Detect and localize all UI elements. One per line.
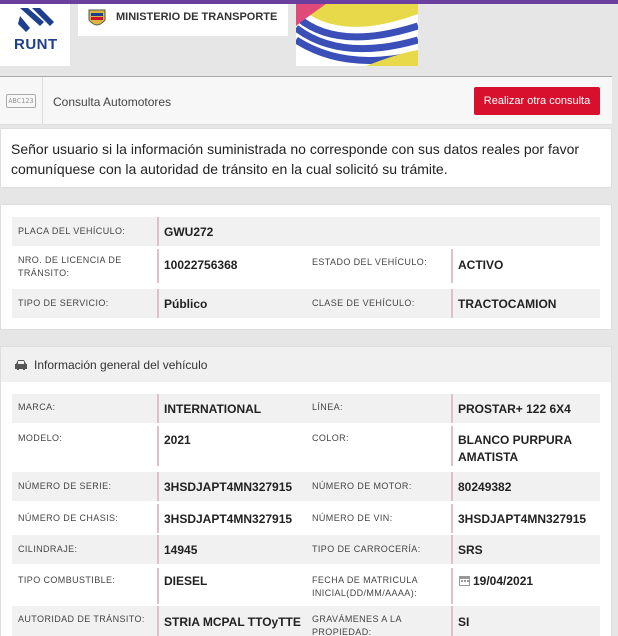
licencia-value: 10022756368 xyxy=(164,258,238,272)
runt-logo-mark xyxy=(18,8,54,32)
general-info-header[interactable]: Información general del vehículo xyxy=(0,346,612,382)
ministerio-logo: MINISTERIO DE TRANSPORTE xyxy=(78,4,288,36)
servicio-value: Público xyxy=(164,297,208,311)
autoridad-value: STRIA MCPAL TTOyTTE xyxy=(164,615,301,629)
matricula-label: FECHA DE MATRICULA INICIAL(DD/MM/AAAA): xyxy=(312,575,418,598)
field-separator xyxy=(451,249,453,283)
header-banner: RUNT MINISTERIO DE TRANSPORTE xyxy=(0,4,612,66)
general-row-serie: NÚMERO DE SERIE: 3HSDJAPT4MN327915 NÚMER… xyxy=(12,472,600,501)
marca-label: MARCA: xyxy=(18,402,56,412)
autoridad-label: AUTORIDAD DE TRÁNSITO: xyxy=(18,614,145,624)
gravamenes-value: SI xyxy=(458,615,470,629)
cilindraje-value: 14945 xyxy=(164,543,198,557)
field-separator xyxy=(451,472,453,501)
combustible-label: TIPO COMBUSTIBLE: xyxy=(18,575,116,585)
runt-logo[interactable]: RUNT xyxy=(0,4,70,66)
placa-label: PLACA DEL VEHÍCULO: xyxy=(18,226,126,236)
vehicle-summary-card: PLACA DEL VEHÍCULO: GWU272 NRO. DE LICEN… xyxy=(0,204,612,330)
vin-value: 3HSDJAPT4MN327915 xyxy=(458,512,587,526)
general-row-cilindraje: CILINDRAJE: 14945 TIPO DE CARROCERÍA: SR… xyxy=(12,535,600,564)
general-row-marca: MARCA: INTERNATIONAL LÍNEA: PROSTAR+ 122… xyxy=(12,394,600,423)
field-separator xyxy=(157,426,159,466)
ministerio-text: MINISTERIO DE TRANSPORTE xyxy=(116,11,278,23)
coat-of-arms-icon xyxy=(88,9,106,26)
vin-label: NÚMERO DE VIN: xyxy=(312,513,393,523)
calendar-icon xyxy=(459,576,470,586)
summary-row-licencia: NRO. DE LICENCIA DE TRÁNSITO: 1002275636… xyxy=(12,249,600,283)
general-row-modelo: MODELO: 2021 COLOR: BLANCO PURPURA AMATI… xyxy=(12,426,600,466)
color-label: COLOR: xyxy=(312,433,349,443)
toolbar-separator xyxy=(42,77,43,125)
consulta-toolbar: ABC123 Consulta Automotores Realizar otr… xyxy=(0,77,612,125)
matricula-value: 19/04/2021 xyxy=(473,574,534,588)
motor-label: NÚMERO DE MOTOR: xyxy=(312,481,412,491)
field-separator xyxy=(451,504,453,533)
field-separator xyxy=(157,217,159,246)
marca-value: INTERNATIONAL xyxy=(164,402,262,416)
estado-label: ESTADO DEL VEHÍCULO: xyxy=(312,257,428,267)
serie-label: NÚMERO DE SERIE: xyxy=(18,481,112,491)
field-separator xyxy=(451,606,453,636)
field-separator xyxy=(451,535,453,564)
notice-text: Señor usuario si la información suminist… xyxy=(11,141,580,177)
field-separator xyxy=(451,568,453,604)
clase-label: CLASE DE VEHÍCULO: xyxy=(312,298,415,308)
field-separator xyxy=(157,249,159,283)
field-separator xyxy=(157,568,159,604)
linea-value: PROSTAR+ 122 6X4 xyxy=(458,402,571,416)
servicio-label: TIPO DE SERVICIO: xyxy=(18,298,109,308)
summary-row-placa: PLACA DEL VEHÍCULO: GWU272 xyxy=(12,217,600,246)
gravamenes-label: GRAVÁMENES A LA PROPIEDAD: xyxy=(312,614,402,636)
general-row-chasis: NÚMERO DE CHASIS: 3HSDJAPT4MN327915 NÚME… xyxy=(12,504,600,533)
chasis-label: NÚMERO DE CHASIS: xyxy=(18,513,119,523)
clase-value: TRACTOCAMION xyxy=(458,297,557,311)
field-separator xyxy=(451,426,453,466)
general-info-card: MARCA: INTERNATIONAL LÍNEA: PROSTAR+ 122… xyxy=(0,382,612,636)
modelo-value: 2021 xyxy=(164,433,191,447)
runt-logo-text: RUNT xyxy=(14,36,58,53)
color-value: BLANCO PURPURA AMATISTA xyxy=(458,433,572,464)
chasis-value: 3HSDJAPT4MN327915 xyxy=(164,512,293,526)
carroceria-label: TIPO DE CARROCERÍA: xyxy=(312,544,421,554)
motor-value: 80249382 xyxy=(458,480,512,494)
carroceria-value: SRS xyxy=(458,543,483,557)
field-separator xyxy=(157,394,159,423)
consulta-title: Consulta Automotores xyxy=(53,95,172,109)
modelo-label: MODELO: xyxy=(18,433,63,443)
combustible-value: DIESEL xyxy=(164,574,208,588)
linea-label: LÍNEA: xyxy=(312,402,343,412)
general-row-combustible: TIPO COMBUSTIBLE: DIESEL FECHA DE MATRIC… xyxy=(12,568,600,604)
car-icon xyxy=(15,360,27,370)
field-separator xyxy=(157,504,159,533)
field-separator xyxy=(157,289,159,318)
field-separator xyxy=(451,289,453,318)
field-separator xyxy=(157,606,159,636)
summary-row-servicio: TIPO DE SERVICIO: Público CLASE DE VEHÍC… xyxy=(12,289,600,318)
new-query-button[interactable]: Realizar otra consulta xyxy=(474,87,600,115)
license-plate-icon: ABC123 xyxy=(6,94,36,108)
field-separator xyxy=(157,472,159,501)
decorative-flag-art xyxy=(296,4,418,66)
user-notice: Señor usuario si la información suminist… xyxy=(0,128,612,188)
licencia-label: NRO. DE LICENCIA DE TRÁNSITO: xyxy=(18,255,122,278)
field-separator xyxy=(451,394,453,423)
placa-value: GWU272 xyxy=(164,225,214,239)
cilindraje-label: CILINDRAJE: xyxy=(18,544,78,554)
general-info-title: Información general del vehículo xyxy=(34,358,208,372)
field-separator xyxy=(157,535,159,564)
general-row-autoridad: AUTORIDAD DE TRÁNSITO: STRIA MCPAL TTOyT… xyxy=(12,606,600,636)
estado-value: ACTIVO xyxy=(458,258,504,272)
serie-value: 3HSDJAPT4MN327915 xyxy=(164,480,293,494)
